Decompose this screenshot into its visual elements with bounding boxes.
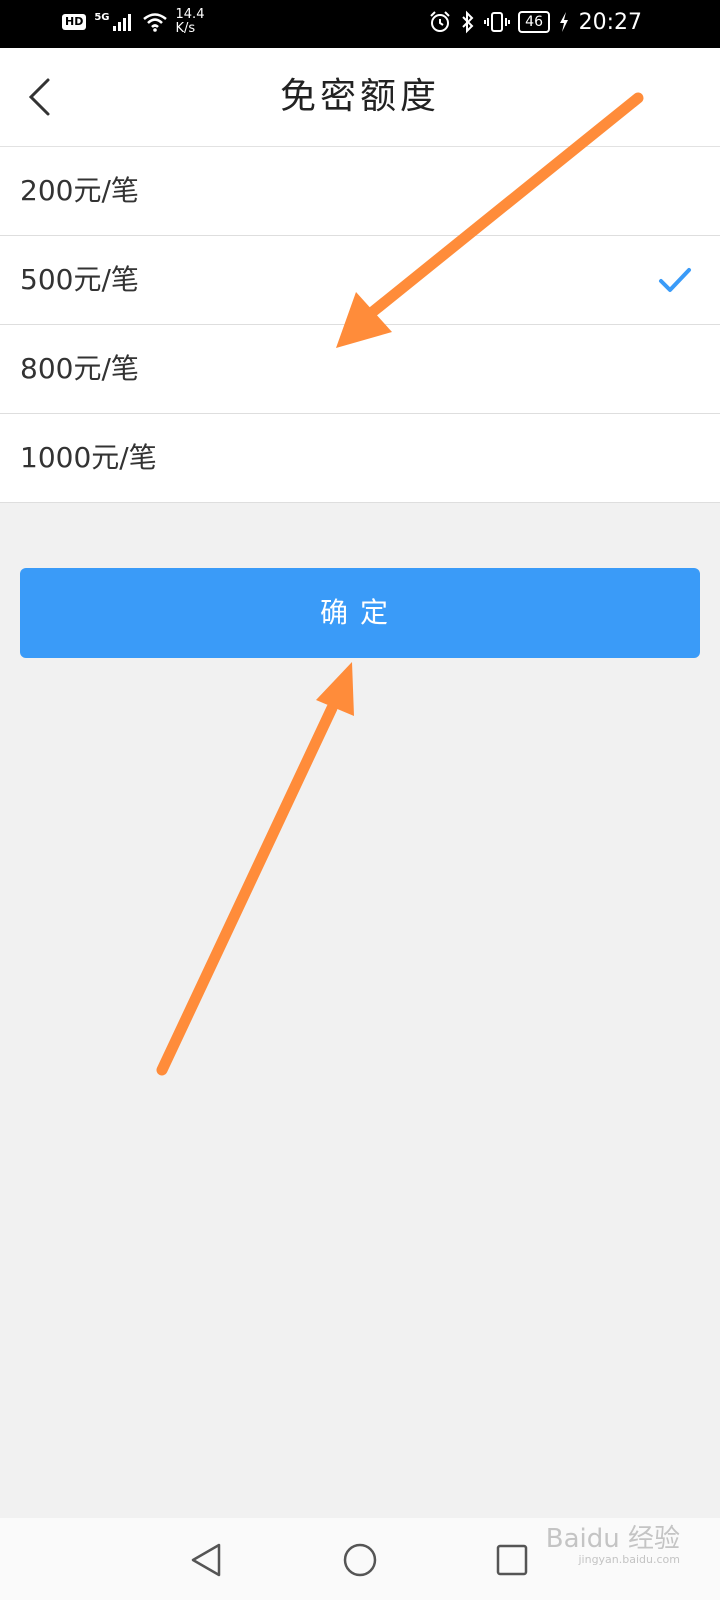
option-label: 1000元/笔: [20, 441, 157, 474]
circle-home-icon: [343, 1543, 377, 1577]
alarm-icon: [430, 11, 450, 32]
vibrate-icon: [484, 12, 511, 32]
watermark-text: Baidu 经验: [545, 1524, 680, 1554]
option-800[interactable]: 800元/笔: [0, 325, 720, 414]
clock: 20:27: [578, 10, 642, 35]
bluetooth-icon: [462, 10, 474, 34]
nav-back-button[interactable]: [184, 1538, 228, 1582]
square-recents-icon: [496, 1544, 528, 1576]
nav-home-button[interactable]: [338, 1538, 382, 1582]
battery-indicator: 46: [518, 11, 550, 33]
header-bar: 免密额度: [0, 48, 720, 147]
option-500[interactable]: 500元/笔: [0, 236, 720, 325]
arrow-to-confirm: [156, 662, 354, 1076]
network-type: 5G: [94, 12, 110, 23]
nav-recents-button[interactable]: [490, 1538, 534, 1582]
option-label: 500元/笔: [20, 263, 139, 296]
page-title: 免密额度: [279, 76, 440, 117]
status-bar: HD 5G 14.4 K/s 46 20:27: [0, 0, 720, 48]
option-label: 800元/笔: [20, 352, 139, 385]
triangle-back-icon: [191, 1543, 221, 1577]
signal-icon: [112, 14, 131, 31]
confirm-button[interactable]: 确定: [20, 568, 700, 658]
checkmark-icon: [659, 268, 691, 292]
option-label: 200元/笔: [20, 174, 139, 207]
status-left: HD 5G 14.4 K/s: [62, 8, 204, 36]
network-speed: 14.4 K/s: [176, 8, 205, 36]
wifi-icon: [142, 13, 167, 32]
option-200[interactable]: 200元/笔: [0, 147, 720, 236]
speed-unit: K/s: [175, 21, 196, 36]
speed-value: 14.4: [175, 7, 205, 22]
charging-icon: [560, 12, 568, 32]
limit-options-list: 200元/笔 500元/笔 800元/笔 1000元/笔: [0, 147, 720, 503]
hd-badge: HD: [62, 14, 87, 30]
option-1000[interactable]: 1000元/笔: [0, 414, 720, 503]
status-right: 46: [428, 10, 570, 34]
baidu-watermark: Baidu 经验 jingyan.baidu.com: [546, 1524, 680, 1566]
watermark-url: jingyan.baidu.com: [578, 1553, 680, 1566]
